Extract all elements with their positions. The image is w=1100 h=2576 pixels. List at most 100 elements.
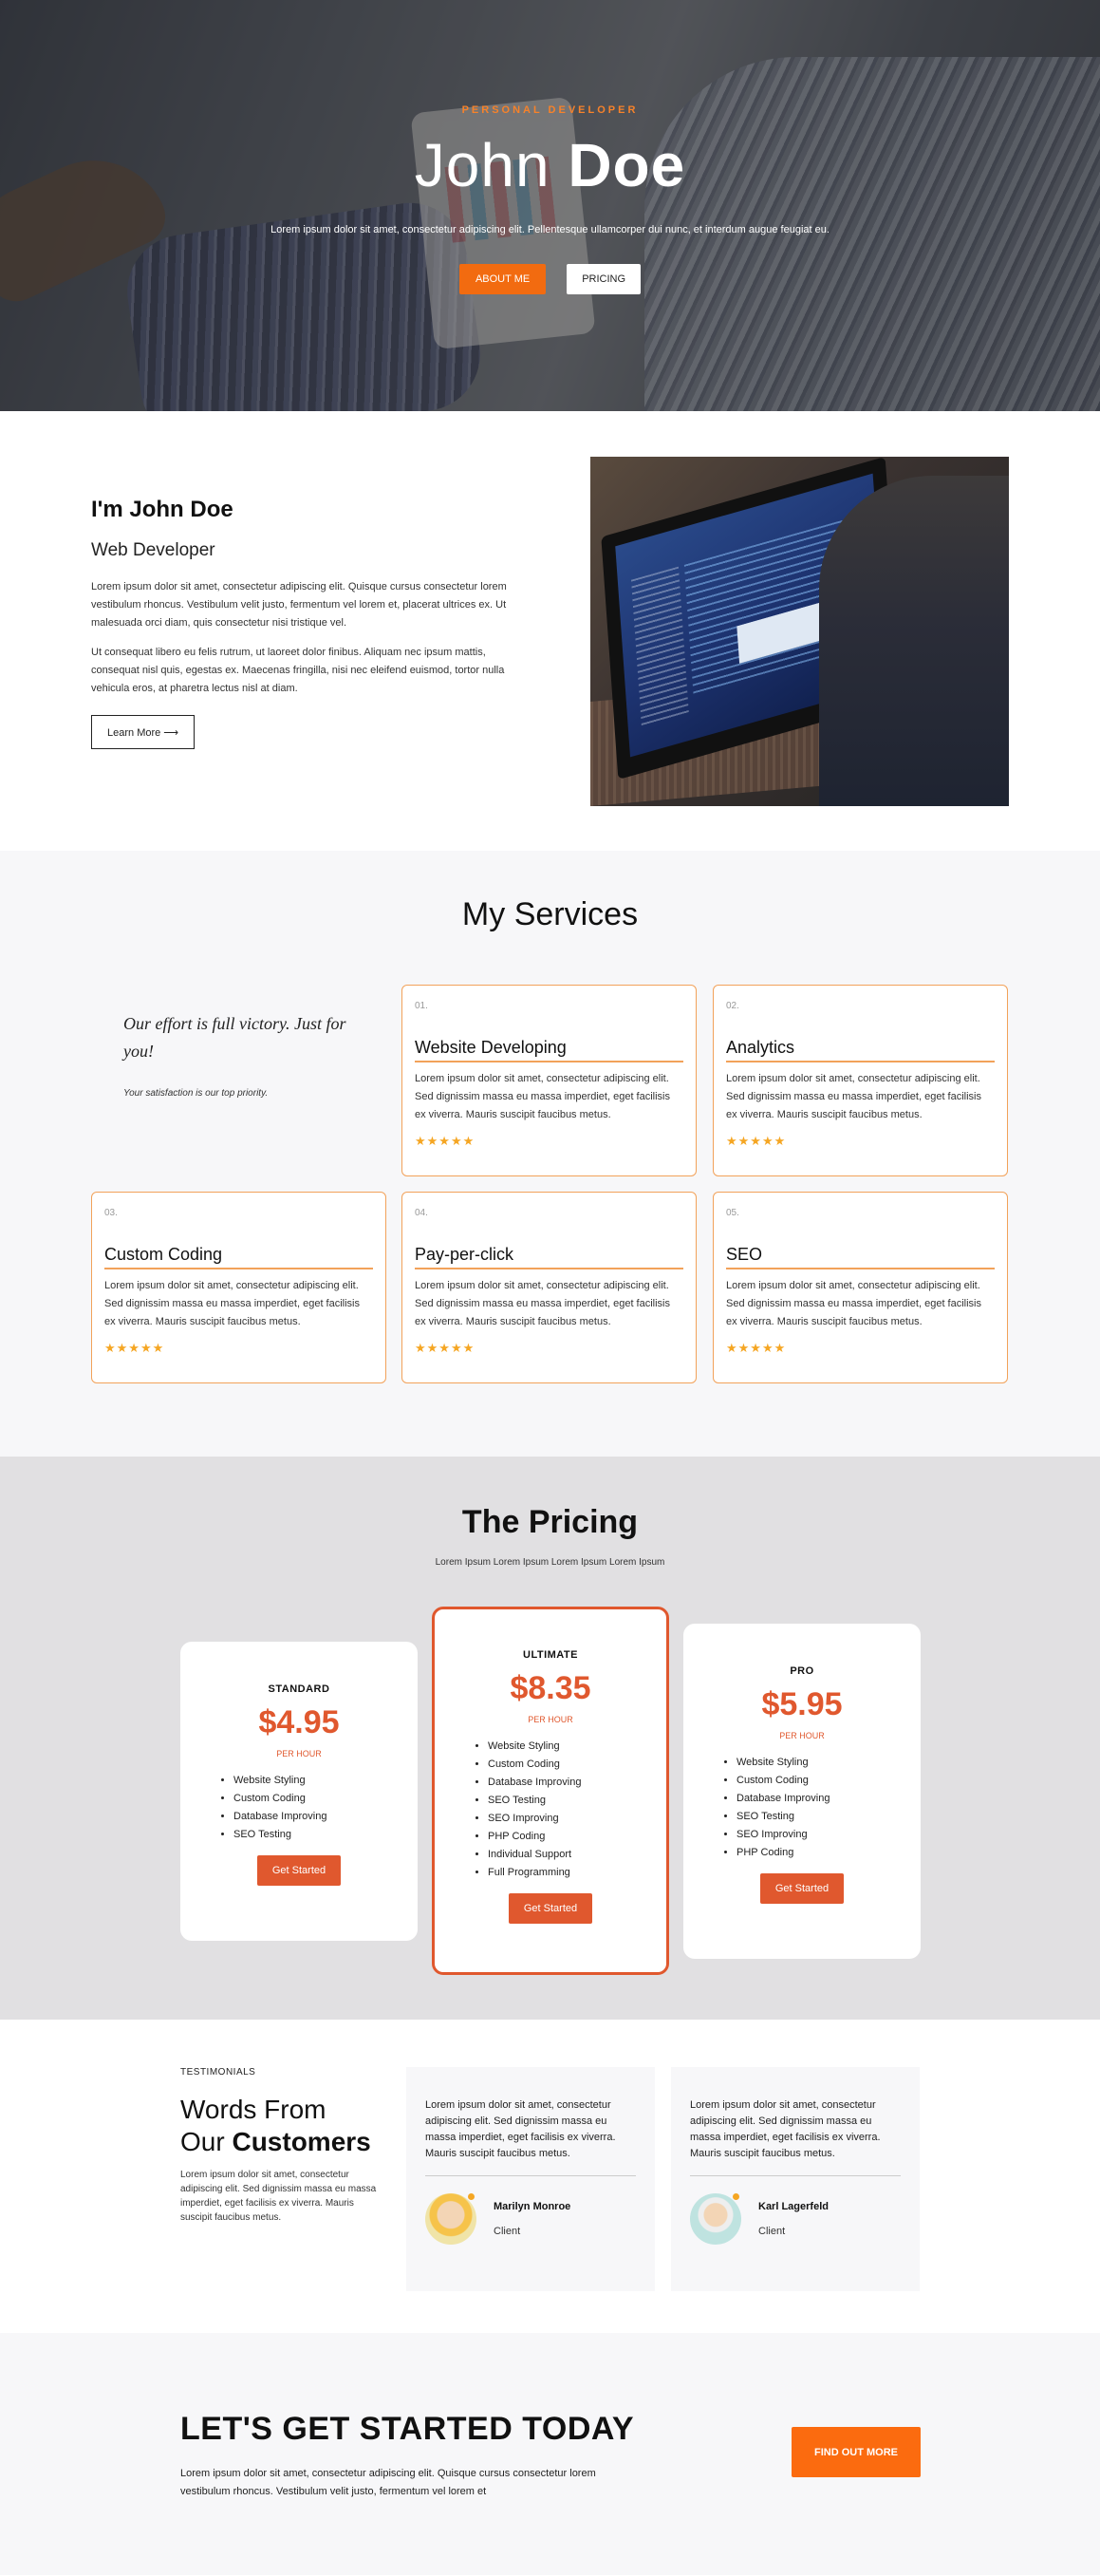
hero-last-name: Doe <box>568 131 686 199</box>
star-rating-icon: ★★★★★ <box>726 1134 787 1148</box>
about-paragraph: Ut consequat libero eu felis rutrum, ut … <box>91 647 505 694</box>
plan-unit: PER HOUR <box>779 1731 825 1740</box>
plan-feature: SEO Testing <box>736 1808 921 1826</box>
testimonials-heading: Words From Our Customers <box>180 2094 371 2158</box>
plan-feature: Website Styling <box>488 1738 666 1756</box>
plan-feature: SEO Improving <box>736 1826 921 1844</box>
plan-feature: Website Styling <box>736 1754 921 1772</box>
testimonials-heading-line1: Words From <box>180 2095 326 2124</box>
plan-features: Website Styling Custom Coding Database I… <box>475 1738 666 1882</box>
about-me-button[interactable]: ABOUT ME <box>458 264 547 294</box>
service-title: Custom Coding <box>104 1245 373 1269</box>
star-rating-icon: ★★★★★ <box>726 1341 787 1355</box>
service-title: SEO <box>726 1245 995 1269</box>
plan-unit: PER HOUR <box>528 1715 573 1724</box>
testimonials-text: Lorem ipsum dolor sit amet, consectetur … <box>180 2170 377 2223</box>
plan-price: $4.95 <box>258 1704 340 1740</box>
plan-feature: PHP Coding <box>736 1844 921 1862</box>
service-description: Lorem ipsum dolor sit amet, consectetur … <box>415 1073 671 1120</box>
hero-first-name: John <box>414 131 550 199</box>
testimonial-name: Marilyn Monroe <box>494 2201 571 2212</box>
about-title: I'm John Doe <box>91 497 233 522</box>
pricing-plan-ultimate: ULTIMATE $8.35 PER HOUR Website Styling … <box>432 1607 669 1975</box>
services-title: My Services <box>461 896 639 932</box>
plan-unit: PER HOUR <box>276 1749 322 1758</box>
testimonials-section: TESTIMONIALS Words From Our Customers Lo… <box>0 2020 1100 2333</box>
learn-more-button[interactable]: Learn More ⟶ <box>91 715 196 749</box>
testimonial-role: Client <box>494 2226 521 2237</box>
service-title: Analytics <box>726 1038 995 1062</box>
hero-title: John Doe <box>0 135 1100 196</box>
plan-features: Website Styling Custom Coding Database I… <box>220 1772 418 1844</box>
plan-feature: Website Styling <box>233 1772 418 1790</box>
service-card: 01. Website Developing Lorem ipsum dolor… <box>401 985 697 1176</box>
plan-feature: Individual Support <box>488 1846 666 1864</box>
hero-section: PERSONAL DEVELOPER John Doe Lorem ipsum … <box>0 0 1100 411</box>
star-rating-icon: ★★★★★ <box>104 1341 165 1355</box>
cta-section: LET'S GET STARTED TODAY Lorem ipsum dolo… <box>0 2333 1100 2575</box>
get-started-button[interactable]: Get Started <box>760 1873 844 1904</box>
plan-feature: SEO Testing <box>488 1792 666 1810</box>
service-description: Lorem ipsum dolor sit amet, consectetur … <box>726 1280 982 1327</box>
star-rating-icon: ★★★★★ <box>415 1134 475 1148</box>
testimonial-quote: Lorem ipsum dolor sit amet, consectetur … <box>425 2097 636 2176</box>
pricing-title: The Pricing <box>461 1504 639 1540</box>
star-rating-icon: ★★★★★ <box>415 1341 475 1355</box>
testimonials-heading-prefix: Our <box>180 2127 233 2156</box>
services-subtitle: Your satisfaction is our top priority. <box>123 1088 269 1099</box>
service-description: Lorem ipsum dolor sit amet, consectetur … <box>726 1073 982 1120</box>
plan-name: STANDARD <box>268 1683 330 1695</box>
service-number: 02. <box>726 1001 739 1011</box>
testimonial-card: Lorem ipsum dolor sit amet, consectetur … <box>406 2067 655 2291</box>
testimonial-name: Karl Lagerfeld <box>758 2201 829 2212</box>
plan-feature: Custom Coding <box>736 1772 921 1790</box>
plan-feature: PHP Coding <box>488 1828 666 1846</box>
testimonials-kicker: TESTIMONIALS <box>180 2067 256 2078</box>
plan-feature: Database Improving <box>488 1774 666 1792</box>
avatar <box>425 2193 476 2245</box>
hero-description: Lorem ipsum dolor sit amet, consectetur … <box>270 224 830 235</box>
plan-features: Website Styling Custom Coding Database I… <box>723 1754 921 1862</box>
about-section: I'm John Doe Web Developer Lorem ipsum d… <box>0 411 1100 851</box>
service-number: 05. <box>726 1208 739 1218</box>
service-title: Pay-per-click <box>415 1245 683 1269</box>
plan-feature: Custom Coding <box>488 1756 666 1774</box>
service-card: 05. SEO Lorem ipsum dolor sit amet, cons… <box>713 1192 1008 1383</box>
service-number: 01. <box>415 1001 428 1011</box>
find-out-more-button[interactable]: FIND OUT MORE <box>792 2427 921 2477</box>
pricing-section: The Pricing Lorem Ipsum Lorem Ipsum Lore… <box>0 1457 1100 2020</box>
testimonial-card: Lorem ipsum dolor sit amet, consectetur … <box>671 2067 920 2291</box>
plan-feature: Database Improving <box>736 1790 921 1808</box>
plan-feature: Database Improving <box>233 1808 418 1826</box>
plan-feature: SEO Testing <box>233 1826 418 1844</box>
pricing-button[interactable]: PRICING <box>567 264 642 294</box>
about-laptop-image <box>590 457 1009 806</box>
avatar <box>690 2193 741 2245</box>
about-paragraph: Lorem ipsum dolor sit amet, consectetur … <box>91 581 507 629</box>
plan-feature: Full Programming <box>488 1864 666 1882</box>
plan-feature: SEO Improving <box>488 1810 666 1828</box>
get-started-button[interactable]: Get Started <box>509 1893 592 1924</box>
services-quote: Our effort is full victory. Just for you… <box>123 1014 346 1061</box>
pricing-plan-pro: PRO $5.95 PER HOUR Website Styling Custo… <box>683 1624 921 1959</box>
about-role: Web Developer <box>91 540 215 560</box>
service-card: 03. Custom Coding Lorem ipsum dolor sit … <box>91 1192 386 1383</box>
service-card: 02. Analytics Lorem ipsum dolor sit amet… <box>713 985 1008 1176</box>
service-description: Lorem ipsum dolor sit amet, consectetur … <box>104 1280 361 1327</box>
testimonials-heading-bold: Customers <box>232 2127 371 2156</box>
plan-price: $5.95 <box>761 1686 843 1722</box>
hero-kicker: PERSONAL DEVELOPER <box>461 104 639 116</box>
service-number: 03. <box>104 1208 118 1218</box>
service-number: 04. <box>415 1208 428 1218</box>
cta-title: LET'S GET STARTED TODAY <box>180 2411 635 2447</box>
testimonial-quote: Lorem ipsum dolor sit amet, consectetur … <box>690 2097 901 2176</box>
get-started-button[interactable]: Get Started <box>257 1855 341 1886</box>
service-title: Website Developing <box>415 1038 683 1062</box>
plan-name: PRO <box>790 1665 814 1677</box>
services-section: My Services Our effort is full victory. … <box>0 851 1100 1457</box>
plan-name: ULTIMATE <box>523 1649 578 1661</box>
plan-feature: Custom Coding <box>233 1790 418 1808</box>
service-card: 04. Pay-per-click Lorem ipsum dolor sit … <box>401 1192 697 1383</box>
cta-text: Lorem ipsum dolor sit amet, consectetur … <box>180 2468 596 2497</box>
service-description: Lorem ipsum dolor sit amet, consectetur … <box>415 1280 671 1327</box>
